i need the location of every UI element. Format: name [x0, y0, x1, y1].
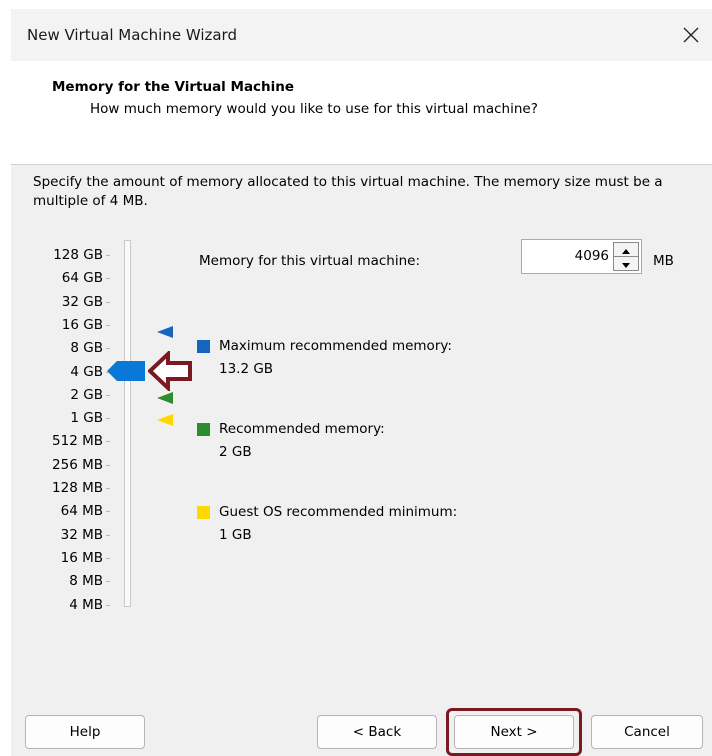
slider-tick — [106, 348, 110, 350]
slider-scale-label: 256 MB — [52, 456, 103, 473]
memory-slider-track[interactable] — [124, 240, 131, 607]
wizard-dialog: New Virtual Machine Wizard Memory for th… — [11, 9, 712, 756]
slider-scale-label: 32 GB — [61, 293, 103, 310]
slider-scale-label: 128 GB — [53, 247, 103, 263]
slider-tick — [106, 324, 110, 326]
minimum-title: Guest OS recommended minimum: — [219, 504, 458, 520]
max-recommended-color-icon — [197, 340, 210, 353]
slider-scale-label: 16 MB — [60, 549, 103, 566]
slider-tick — [106, 278, 110, 280]
slider-tick — [106, 557, 110, 559]
slider-scale-label: 64 GB — [61, 270, 103, 287]
slider-tick — [106, 534, 110, 536]
button-bar: Help < Back Next > Cancel — [11, 695, 712, 756]
back-button[interactable]: < Back — [317, 715, 437, 749]
content-panel: Specify the amount of memory allocated t… — [11, 165, 712, 695]
minimum-value: 1 GB — [219, 527, 252, 543]
slider-scale-label: 1 GB — [70, 410, 103, 427]
next-button[interactable]: Next > — [454, 715, 574, 749]
slider-tick — [106, 418, 110, 420]
page-title: Memory for the Virtual Machine — [52, 79, 295, 95]
recommended-title: Recommended memory: — [219, 421, 385, 437]
wizard-header: Memory for the Virtual Machine How much … — [11, 61, 712, 165]
arrow-annotation-icon — [147, 349, 192, 395]
cancel-button[interactable]: Cancel — [591, 715, 703, 749]
slider-scale-label: 4 GB — [70, 363, 103, 380]
memory-slider-thumb[interactable] — [107, 361, 145, 385]
memory-unit: MB — [653, 253, 674, 269]
slider-scale-label: 2 GB — [70, 386, 103, 403]
minimum-color-icon — [197, 506, 210, 519]
recommended-value: 2 GB — [219, 444, 252, 460]
slider-scale-label: 32 MB — [60, 526, 103, 543]
recommended-color-icon — [197, 423, 210, 436]
title-bar: New Virtual Machine Wizard — [11, 9, 712, 61]
max-recommended-marker — [157, 323, 173, 342]
memory-spinbox[interactable]: 4096 — [521, 239, 642, 274]
slider-tick — [106, 604, 110, 606]
slider-scale-label: 16 GB — [61, 316, 103, 333]
slider-scale-label: 64 MB — [60, 503, 103, 520]
slider-scale-label: 8 GB — [70, 340, 103, 357]
minimum-marker — [157, 411, 173, 430]
help-button[interactable]: Help — [25, 715, 145, 749]
spin-down-button[interactable] — [613, 256, 639, 271]
slider-scale-label: 128 MB — [52, 480, 103, 496]
memory-label: Memory for this virtual machine: — [199, 253, 420, 269]
slider-tick — [106, 255, 110, 256]
slider-tick — [106, 394, 110, 396]
slider-scale-label: 512 MB — [52, 433, 103, 450]
slider-tick — [106, 581, 110, 583]
window-title: New Virtual Machine Wizard — [27, 26, 237, 44]
slider-tick — [106, 488, 110, 489]
slider-scale-label: 4 MB — [69, 596, 103, 613]
spin-up-button[interactable] — [613, 242, 639, 257]
memory-input[interactable]: 4096 — [575, 248, 609, 264]
page-subtitle: How much memory would you like to use fo… — [90, 101, 538, 117]
spin-buttons — [613, 242, 639, 271]
slider-scale-label: 8 MB — [69, 573, 103, 590]
max-recommended-value: 13.2 GB — [219, 361, 274, 377]
max-recommended-title: Maximum recommended memory: — [219, 338, 452, 354]
description-text: Specify the amount of memory allocated t… — [33, 174, 663, 209]
close-icon[interactable] — [676, 20, 706, 50]
slider-tick — [106, 441, 110, 443]
slider-tick — [106, 511, 110, 513]
slider-tick — [106, 464, 110, 466]
slider-tick — [106, 301, 110, 303]
